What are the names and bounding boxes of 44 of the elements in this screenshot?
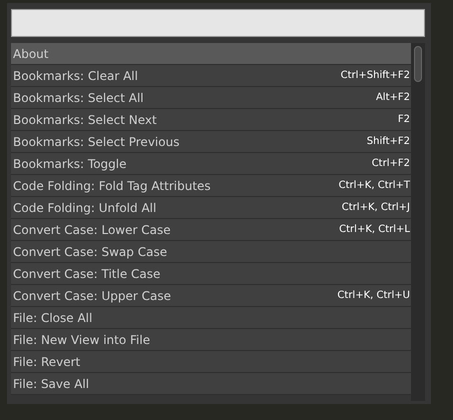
command-label: Bookmarks: Select Next xyxy=(13,112,157,128)
command-label: File: Revert xyxy=(13,354,80,370)
command-item[interactable]: Convert Case: Title Case xyxy=(11,263,411,285)
command-item[interactable]: File: Close All xyxy=(11,307,411,329)
shortcut-label: Shift+F2 xyxy=(366,135,410,149)
command-item[interactable]: File: New View into File xyxy=(11,329,411,351)
command-label: Convert Case: Upper Case xyxy=(13,288,172,304)
shortcut-label: Ctrl+Shift+F2 xyxy=(340,69,410,83)
command-item[interactable]: Bookmarks: Clear All Ctrl+Shift+F2 xyxy=(11,65,411,87)
command-label: Convert Case: Title Case xyxy=(13,266,160,282)
command-label: Bookmarks: Select Previous xyxy=(13,134,180,150)
command-label: About xyxy=(13,46,48,62)
command-item[interactable]: About xyxy=(11,43,411,65)
command-item[interactable]: Convert Case: Swap Case xyxy=(11,241,411,263)
command-label: File: New View into File xyxy=(13,332,150,348)
command-label: Convert Case: Lower Case xyxy=(13,222,171,238)
command-label: Bookmarks: Clear All xyxy=(13,68,138,84)
shortcut-label: Ctrl+F2 xyxy=(372,157,410,171)
command-item[interactable]: Code Folding: Unfold All Ctrl+K, Ctrl+J xyxy=(11,197,411,219)
command-label: Code Folding: Unfold All xyxy=(13,200,156,216)
scrollbar[interactable] xyxy=(411,43,425,401)
search-field[interactable] xyxy=(11,9,425,37)
command-label: Convert Case: Swap Case xyxy=(13,244,168,260)
command-item[interactable]: File: Save All xyxy=(11,373,411,395)
command-label: Code Folding: Fold Tag Attributes xyxy=(13,178,211,194)
command-item[interactable]: Bookmarks: Select Previous Shift+F2 xyxy=(11,131,411,153)
command-item[interactable]: Bookmarks: Select All Alt+F2 xyxy=(11,87,411,109)
shortcut-label: Ctrl+K, Ctrl+J xyxy=(342,201,410,215)
shortcut-label: Ctrl+K, Ctrl+L xyxy=(339,223,410,237)
command-item[interactable]: File: Revert xyxy=(11,351,411,373)
command-item[interactable]: Code Folding: Fold Tag Attributes Ctrl+K, Ctrl+T xyxy=(11,175,411,197)
command-label: File: Save All xyxy=(13,376,90,392)
shortcut-label: Alt+F2 xyxy=(376,91,410,105)
command-item[interactable]: Convert Case: Upper Case Ctrl+K, Ctrl+U xyxy=(11,285,411,307)
command-item[interactable]: Bookmarks: Select Next F2 xyxy=(11,109,411,131)
command-item[interactable]: Bookmarks: Toggle Ctrl+F2 xyxy=(11,153,411,175)
shortcut-label: Ctrl+K, Ctrl+U xyxy=(337,289,410,303)
command-label: Bookmarks: Toggle xyxy=(13,156,126,172)
shortcut-label: F2 xyxy=(398,113,410,127)
shortcut-label: Ctrl+K, Ctrl+T xyxy=(338,179,410,193)
scrollbar-thumb[interactable] xyxy=(414,46,422,82)
command-label: File: Close All xyxy=(13,310,92,326)
command-item[interactable]: Convert Case: Lower Case Ctrl+K, Ctrl+L xyxy=(11,219,411,241)
command-label: Bookmarks: Select All xyxy=(13,90,144,106)
